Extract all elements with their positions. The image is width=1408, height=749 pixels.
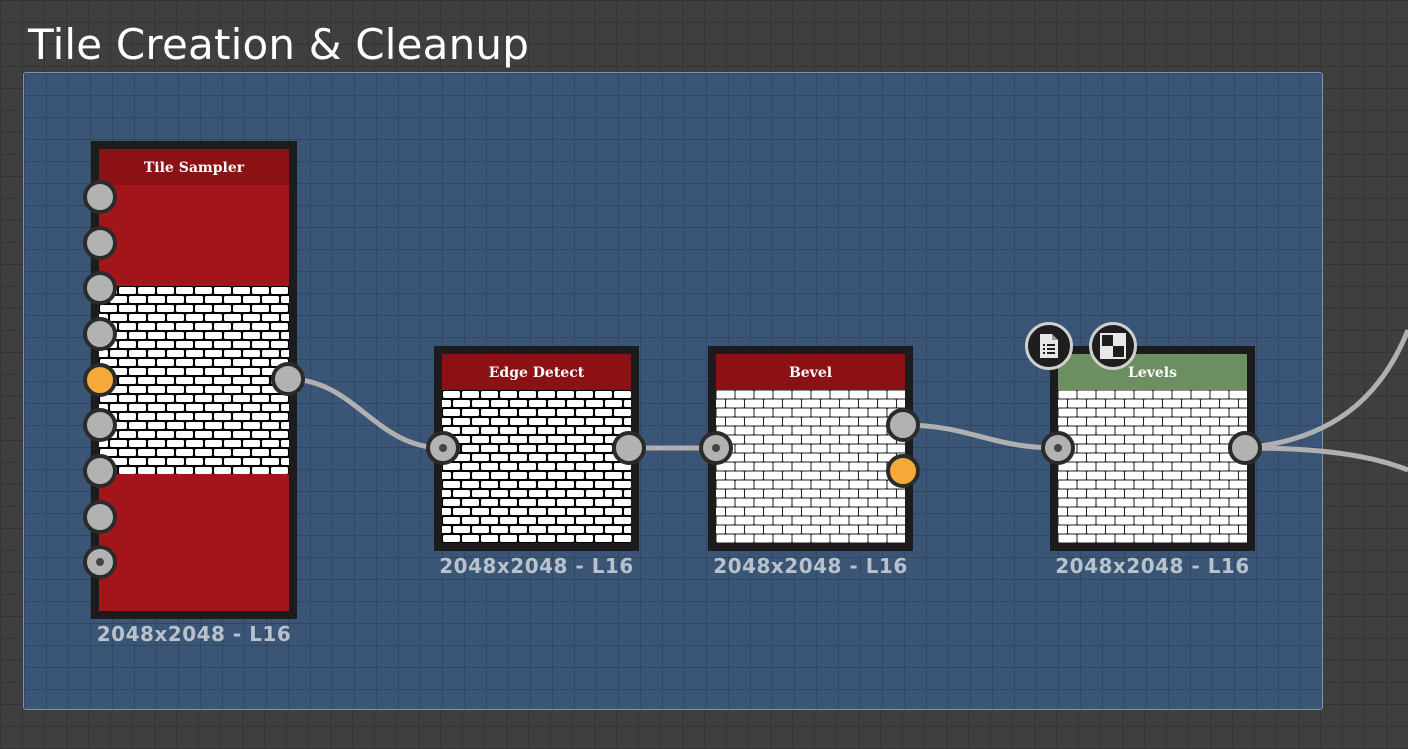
- input-port-connected[interactable]: [699, 431, 733, 465]
- node-resolution: 2048x2048 - L16: [1055, 554, 1250, 578]
- input-port[interactable]: [83, 271, 117, 305]
- input-port[interactable]: [83, 317, 117, 351]
- node-tile-sampler[interactable]: Tile Sampler: [91, 141, 297, 619]
- input-port[interactable]: [83, 500, 117, 534]
- node-title: Levels: [1058, 354, 1247, 390]
- input-port-connected[interactable]: [426, 431, 460, 465]
- node-title: Tile Sampler: [99, 149, 289, 185]
- output-port[interactable]: [886, 408, 920, 442]
- edge-detect-preview: [442, 390, 631, 543]
- input-port-connected[interactable]: [83, 545, 117, 579]
- node-resolution: 2048x2048 - L16: [713, 554, 908, 578]
- output-port[interactable]: [612, 431, 646, 465]
- wire-bevel-to-levels: [902, 422, 1059, 451]
- checker-icon[interactable]: [1089, 322, 1137, 370]
- input-port[interactable]: [83, 408, 117, 442]
- node-bevel[interactable]: Bevel: [708, 346, 913, 551]
- input-port[interactable]: [83, 454, 117, 488]
- wire-levels-out-lower: [1244, 445, 1408, 473]
- node-resolution: 2048x2048 - L16: [96, 622, 292, 646]
- bevel-preview: [716, 390, 905, 543]
- input-port-active[interactable]: [83, 363, 117, 397]
- output-port-active[interactable]: [886, 454, 920, 488]
- node-title: Bevel: [716, 354, 905, 390]
- tile-sampler-preview: [99, 286, 289, 474]
- output-port[interactable]: [1228, 431, 1262, 465]
- node-edge-detect[interactable]: Edge Detect: [434, 346, 639, 551]
- input-port[interactable]: [83, 180, 117, 214]
- node-resolution: 2048x2048 - L16: [439, 554, 634, 578]
- document-list-icon[interactable]: [1025, 322, 1073, 370]
- node-title: Edge Detect: [442, 354, 631, 390]
- levels-preview: [1058, 390, 1247, 543]
- node-levels[interactable]: Levels: [1050, 346, 1255, 551]
- output-port[interactable]: [271, 362, 305, 396]
- input-port-connected[interactable]: [1041, 431, 1075, 465]
- input-port[interactable]: [83, 226, 117, 260]
- wire-levels-out-upper: [1244, 329, 1408, 451]
- wire-tile-sampler-to-edge-detect: [287, 376, 444, 451]
